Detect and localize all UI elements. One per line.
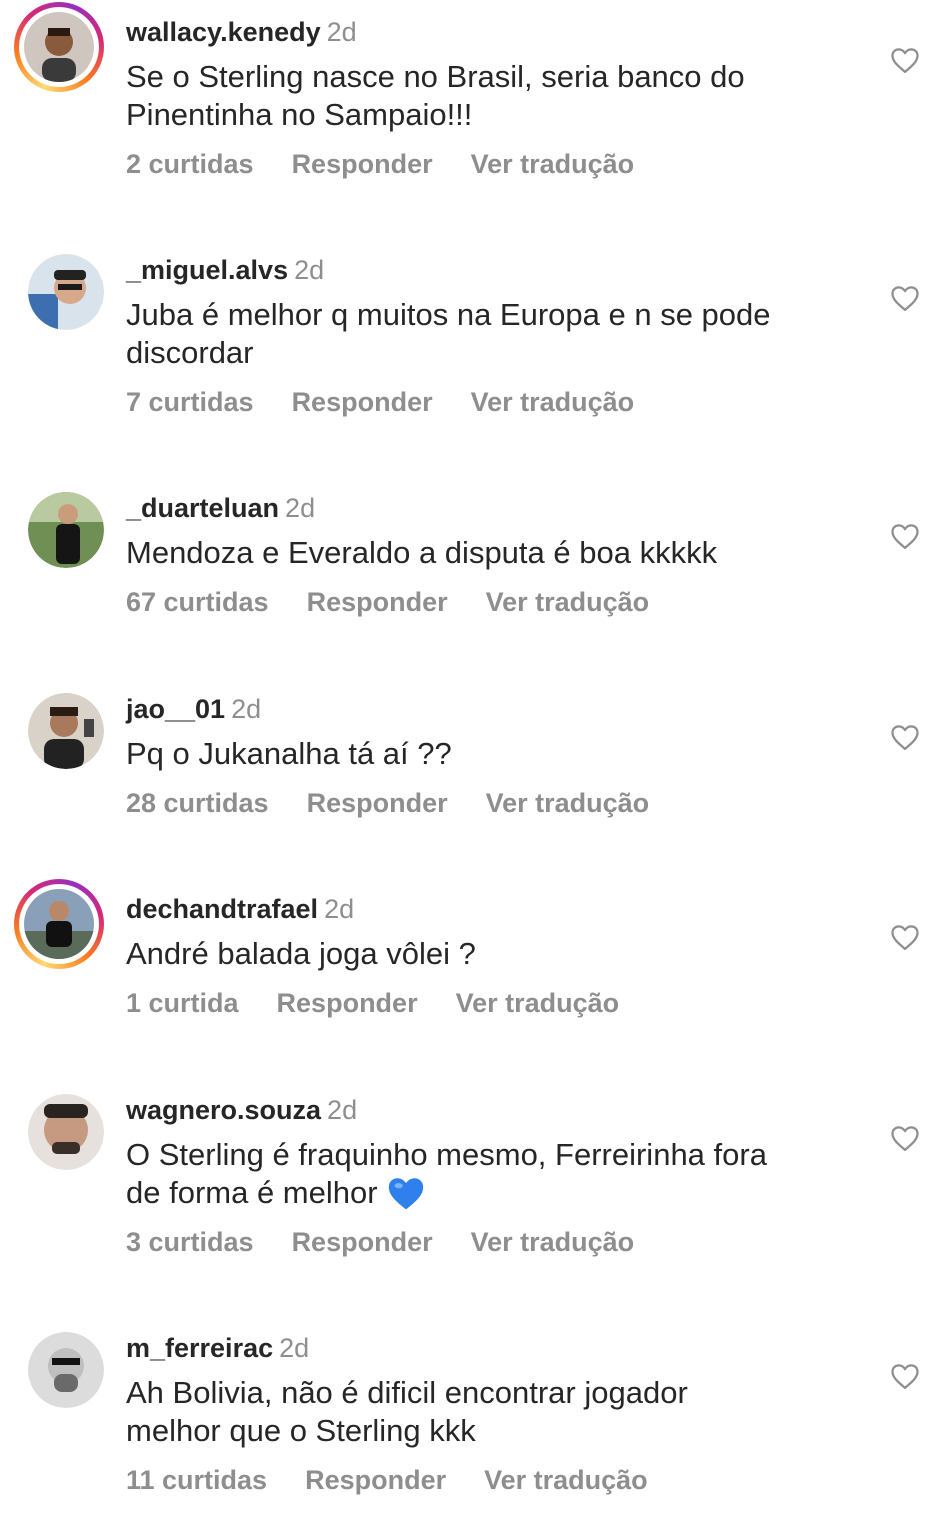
avatar[interactable]: [14, 879, 104, 969]
heart-icon[interactable]: [890, 723, 920, 751]
comment-line: melhor que o Sterling kkk: [126, 1413, 476, 1448]
comment-username[interactable]: wallacy.kenedy: [126, 17, 321, 47]
comment-text: Ah Bolivia, não é dificil encontrar joga…: [126, 1374, 846, 1450]
likes-count[interactable]: 1 curtida: [126, 988, 239, 1018]
comment-time: 2d: [324, 894, 355, 924]
comment-time: 2d: [285, 493, 316, 523]
comment-text: André balada joga vôlei ?: [126, 935, 846, 973]
avatar[interactable]: [28, 1094, 104, 1170]
avatar[interactable]: [28, 693, 104, 769]
reply-button[interactable]: Responder: [292, 387, 433, 417]
comment-text: O Sterling é fraquinho mesmo, Ferreirinh…: [126, 1136, 846, 1212]
comment-time: 2d: [231, 694, 262, 724]
comment-username[interactable]: dechandtrafael: [126, 894, 318, 924]
comment-text: Mendoza e Everaldo a disputa é boa kkkkk: [126, 534, 846, 572]
comment-line: O Sterling é fraquinho mesmo, Ferreirinh…: [126, 1137, 767, 1172]
comment-username[interactable]: _miguel.alvs: [126, 255, 288, 285]
likes-count[interactable]: 3 curtidas: [126, 1227, 254, 1257]
heart-icon[interactable]: [890, 923, 920, 951]
avatar[interactable]: [28, 492, 104, 568]
comment-line: Pq o Jukanalha tá aí ??: [126, 736, 452, 771]
comment-time: 2d: [326, 17, 357, 47]
comment-line-wrap: de forma é melhor: [126, 1174, 846, 1212]
reply-button[interactable]: Responder: [292, 1227, 433, 1257]
translate-button[interactable]: Ver tradução: [471, 1227, 635, 1257]
translate-button[interactable]: Ver tradução: [471, 149, 635, 179]
comment-line: Pinentinha no Sampaio!!!: [126, 97, 473, 132]
translate-button[interactable]: Ver tradução: [484, 1465, 648, 1495]
likes-count[interactable]: 2 curtidas: [126, 149, 254, 179]
comment-line: André balada joga vôlei ?: [126, 936, 476, 971]
translate-button[interactable]: Ver tradução: [471, 387, 635, 417]
reply-button[interactable]: Responder: [277, 988, 418, 1018]
translate-button[interactable]: Ver tradução: [486, 788, 650, 818]
comment-line: Mendoza e Everaldo a disputa é boa kkkkk: [126, 535, 718, 570]
blue-heart-icon: [386, 1175, 426, 1211]
heart-icon[interactable]: [890, 46, 920, 74]
reply-button[interactable]: Responder: [305, 1465, 446, 1495]
comment-time: 2d: [327, 1095, 358, 1125]
heart-icon[interactable]: [890, 1362, 920, 1390]
comment-username[interactable]: _duarteluan: [126, 493, 279, 523]
likes-count[interactable]: 7 curtidas: [126, 387, 254, 417]
translate-button[interactable]: Ver tradução: [486, 587, 650, 617]
heart-icon[interactable]: [890, 1124, 920, 1152]
likes-count[interactable]: 28 curtidas: [126, 788, 269, 818]
heart-icon[interactable]: [890, 284, 920, 312]
comment-line: Juba é melhor q muitos na Europa e n se …: [126, 297, 771, 332]
comment-username[interactable]: jao__01: [126, 694, 225, 724]
reply-button[interactable]: Responder: [307, 587, 448, 617]
comment-username[interactable]: wagnero.souza: [126, 1095, 321, 1125]
reply-button[interactable]: Responder: [307, 788, 448, 818]
comment-text: Juba é melhor q muitos na Europa e n se …: [126, 296, 846, 372]
comment-line: discordar: [126, 335, 254, 370]
heart-icon[interactable]: [890, 522, 920, 550]
likes-count[interactable]: 67 curtidas: [126, 587, 269, 617]
comment-text: Se o Sterling nasce no Brasil, seria ban…: [126, 58, 846, 134]
comment-line: Se o Sterling nasce no Brasil, seria ban…: [126, 59, 745, 94]
comment-time: 2d: [279, 1333, 310, 1363]
likes-count[interactable]: 11 curtidas: [126, 1465, 267, 1495]
comment-time: 2d: [294, 255, 325, 285]
reply-button[interactable]: Responder: [292, 149, 433, 179]
comment-line: de forma é melhor: [126, 1175, 378, 1210]
translate-button[interactable]: Ver tradução: [456, 988, 620, 1018]
comment-text: Pq o Jukanalha tá aí ??: [126, 735, 846, 773]
comment-username[interactable]: m_ferreirac: [126, 1333, 273, 1363]
comment-line: Ah Bolivia, não é dificil encontrar joga…: [126, 1375, 688, 1410]
avatar[interactable]: [28, 1332, 104, 1408]
avatar[interactable]: [28, 254, 104, 330]
avatar[interactable]: [14, 2, 104, 92]
